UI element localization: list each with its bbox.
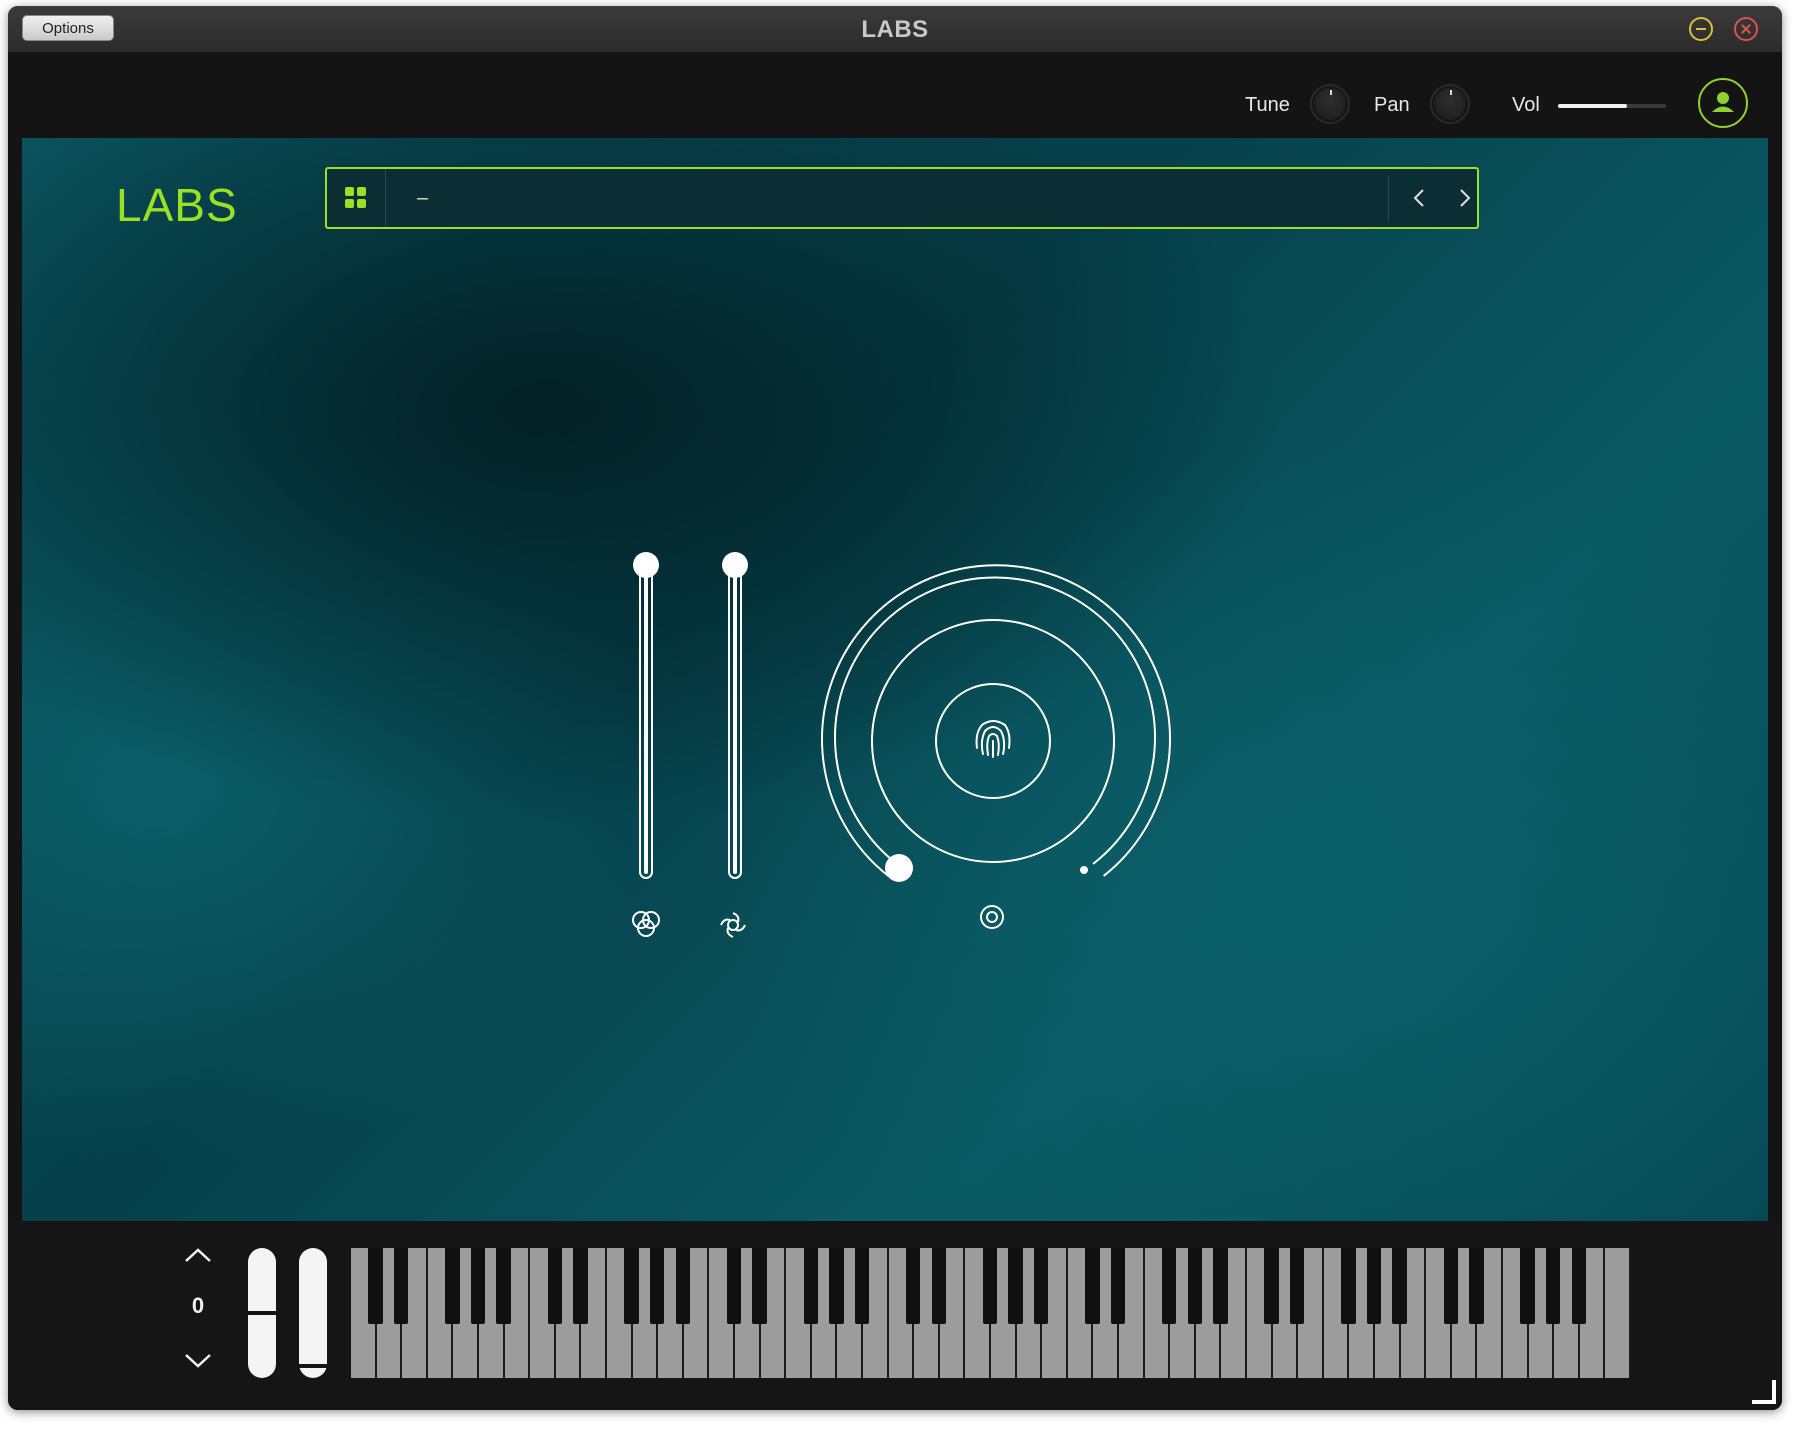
black-key[interactable] <box>803 1248 818 1324</box>
black-key[interactable] <box>547 1248 562 1324</box>
top-bar: Tune Pan Vol <box>8 52 1782 142</box>
black-key[interactable] <box>829 1248 844 1324</box>
pitch-wheel[interactable] <box>248 1248 276 1378</box>
title-bar: Options LABS <box>8 6 1782 52</box>
octave-down-button[interactable] <box>178 1346 218 1376</box>
close-icon[interactable] <box>1734 17 1758 41</box>
trefoil-icon <box>632 911 660 937</box>
octave-up-button[interactable] <box>178 1241 218 1271</box>
black-key[interactable] <box>496 1248 511 1324</box>
black-key[interactable] <box>470 1248 486 1324</box>
black-key[interactable] <box>1469 1248 1484 1324</box>
swirl-icon <box>720 912 746 938</box>
minimize-icon[interactable] <box>1689 17 1713 41</box>
black-key[interactable] <box>1366 1248 1382 1324</box>
slider-2-handle[interactable] <box>722 552 748 578</box>
black-key[interactable] <box>1571 1248 1586 1324</box>
pan-label: Pan <box>1374 94 1410 116</box>
black-key[interactable] <box>573 1248 588 1324</box>
slider-2[interactable] <box>722 552 748 879</box>
black-key[interactable] <box>854 1248 870 1324</box>
slider-1-handle[interactable] <box>633 552 659 578</box>
black-key[interactable] <box>394 1248 409 1324</box>
macro-dial[interactable] <box>821 564 1171 882</box>
tune-label: Tune <box>1245 94 1290 116</box>
mod-wheel-marker <box>299 1364 327 1368</box>
white-key[interactable] <box>1605 1248 1631 1378</box>
keyboard-area: 0 <box>8 1221 1782 1410</box>
resize-grip-icon[interactable] <box>1750 1378 1776 1404</box>
piano-keyboard[interactable] <box>351 1248 1631 1378</box>
black-key[interactable] <box>650 1248 665 1324</box>
black-key[interactable] <box>445 1248 460 1324</box>
mod-wheel[interactable] <box>299 1248 327 1378</box>
black-key[interactable] <box>1162 1248 1177 1324</box>
black-key[interactable] <box>1264 1248 1279 1324</box>
black-key[interactable] <box>931 1248 946 1324</box>
volume-fill <box>1558 104 1628 108</box>
fingerprint-icon <box>975 720 1011 758</box>
slider-1[interactable] <box>633 552 659 879</box>
black-key[interactable] <box>1392 1248 1407 1324</box>
black-key[interactable] <box>1213 1248 1228 1324</box>
user-account-button[interactable] <box>1698 78 1748 128</box>
user-icon <box>1712 92 1734 112</box>
black-key[interactable] <box>1546 1248 1561 1324</box>
window-title: LABS <box>861 16 929 43</box>
black-key[interactable] <box>1110 1248 1126 1324</box>
black-key[interactable] <box>1034 1248 1049 1324</box>
black-key[interactable] <box>1341 1248 1356 1324</box>
instrument-panel: LABS – <box>22 138 1768 1221</box>
black-key[interactable] <box>1520 1248 1535 1324</box>
chevron-down-icon <box>185 1354 211 1368</box>
black-key[interactable] <box>1187 1248 1202 1324</box>
dial-handle[interactable] <box>885 854 913 882</box>
octave-value: 0 <box>191 1293 205 1318</box>
app-window: Options LABS Tune Pan Vol LABS – 0 <box>8 6 1782 1410</box>
black-key[interactable] <box>906 1248 921 1324</box>
vol-label: Vol <box>1512 94 1540 116</box>
black-key[interactable] <box>1443 1248 1458 1324</box>
black-key[interactable] <box>675 1248 690 1324</box>
pitch-wheel-marker <box>248 1311 276 1315</box>
pan-knob[interactable] <box>1430 84 1470 124</box>
black-key[interactable] <box>624 1248 639 1324</box>
black-key[interactable] <box>726 1248 742 1324</box>
target-icon <box>980 905 1004 929</box>
controls-canvas <box>632 552 1171 938</box>
black-key[interactable] <box>1008 1248 1023 1324</box>
black-key[interactable] <box>1085 1248 1100 1324</box>
black-key[interactable] <box>982 1248 998 1324</box>
black-key[interactable] <box>1290 1248 1305 1324</box>
black-key[interactable] <box>368 1248 383 1324</box>
black-key[interactable] <box>752 1248 767 1324</box>
volume-slider[interactable] <box>1558 104 1666 108</box>
tune-knob[interactable] <box>1310 84 1350 124</box>
chevron-up-icon <box>185 1248 211 1262</box>
